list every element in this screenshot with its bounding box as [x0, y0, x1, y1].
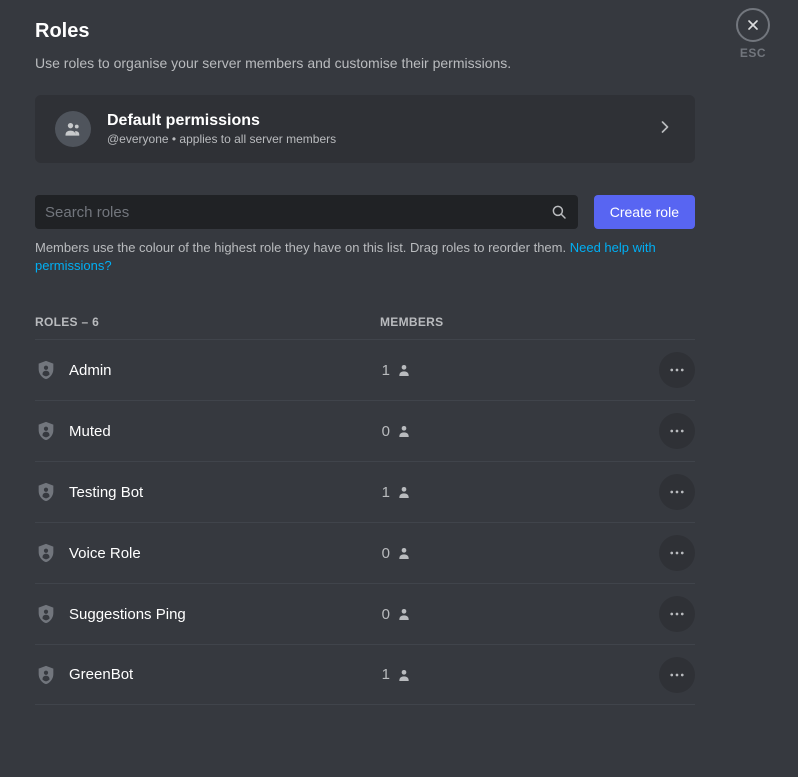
- role-more-button[interactable]: [659, 474, 695, 510]
- role-name: Admin: [69, 362, 112, 379]
- role-more-button[interactable]: [659, 596, 695, 632]
- role-name: Voice Role: [69, 545, 141, 562]
- role-name: Muted: [69, 423, 111, 440]
- close-icon: [745, 17, 761, 33]
- shield-icon: [35, 358, 57, 382]
- default-perms-title: Default permissions: [107, 112, 639, 130]
- member-count: 1: [380, 484, 390, 501]
- person-icon: [396, 667, 412, 683]
- default-perms-subtitle: @everyone • applies to all server member…: [107, 132, 639, 146]
- person-icon: [396, 606, 412, 622]
- person-icon: [396, 545, 412, 561]
- member-count: 1: [380, 362, 390, 379]
- member-count: 0: [380, 545, 390, 562]
- more-icon: [668, 544, 686, 562]
- close-button[interactable]: [736, 8, 770, 42]
- members-count-cell: 1: [380, 484, 659, 501]
- role-name: Testing Bot: [69, 484, 143, 501]
- role-more-button[interactable]: [659, 413, 695, 449]
- members-count-cell: 0: [380, 545, 659, 562]
- members-count-cell: 1: [380, 362, 659, 379]
- member-count: 1: [380, 666, 390, 683]
- shield-icon: [35, 663, 57, 687]
- members-count-cell: 0: [380, 423, 659, 440]
- role-more-button[interactable]: [659, 657, 695, 693]
- shield-icon: [35, 541, 57, 565]
- role-name: GreenBot: [69, 666, 133, 683]
- search-input[interactable]: [45, 204, 550, 221]
- shield-icon: [35, 602, 57, 626]
- person-icon: [396, 484, 412, 500]
- shield-icon: [35, 480, 57, 504]
- role-name: Suggestions Ping: [69, 606, 186, 623]
- page-subtitle: Use roles to organise your server member…: [35, 55, 695, 71]
- chevron-right-icon: [655, 117, 675, 142]
- column-header-roles: ROLES – 6: [35, 315, 380, 329]
- esc-label: ESC: [740, 46, 766, 60]
- people-icon: [55, 111, 91, 147]
- role-row[interactable]: Muted 0: [35, 400, 695, 461]
- person-icon: [396, 423, 412, 439]
- member-count: 0: [380, 423, 390, 440]
- more-icon: [668, 483, 686, 501]
- column-header-members: MEMBERS: [380, 315, 695, 329]
- default-permissions-card[interactable]: Default permissions @everyone • applies …: [35, 95, 695, 163]
- members-count-cell: 0: [380, 606, 659, 623]
- more-icon: [668, 422, 686, 440]
- person-icon: [396, 362, 412, 378]
- hint-text: Members use the colour of the highest ro…: [35, 239, 695, 275]
- member-count: 0: [380, 606, 390, 623]
- more-icon: [668, 666, 686, 684]
- role-row[interactable]: Suggestions Ping 0: [35, 583, 695, 644]
- search-box[interactable]: [35, 195, 578, 229]
- more-icon: [668, 605, 686, 623]
- shield-icon: [35, 419, 57, 443]
- search-icon: [550, 203, 568, 221]
- role-row[interactable]: GreenBot 1: [35, 644, 695, 705]
- more-icon: [668, 361, 686, 379]
- role-row[interactable]: Voice Role 0: [35, 522, 695, 583]
- members-count-cell: 1: [380, 666, 659, 683]
- role-row[interactable]: Admin 1: [35, 339, 695, 400]
- role-more-button[interactable]: [659, 535, 695, 571]
- role-row[interactable]: Testing Bot 1: [35, 461, 695, 522]
- role-more-button[interactable]: [659, 352, 695, 388]
- create-role-button[interactable]: Create role: [594, 195, 695, 229]
- page-title: Roles: [35, 20, 695, 43]
